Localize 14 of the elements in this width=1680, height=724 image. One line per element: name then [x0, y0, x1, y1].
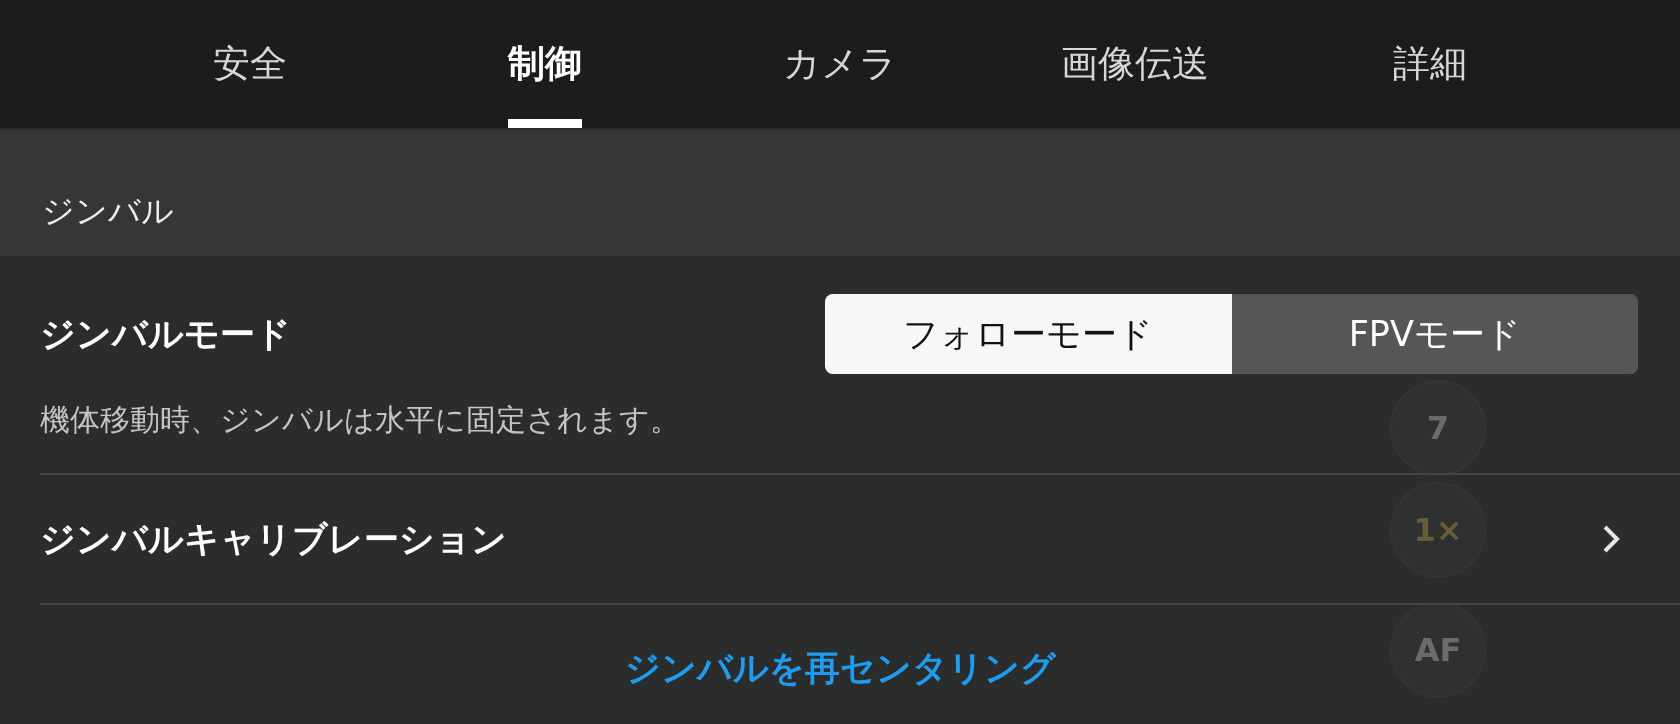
setting-label: ジンバルモード	[40, 312, 291, 356]
chevron-right-icon	[1602, 524, 1620, 554]
camera-control: 1×	[1390, 482, 1486, 578]
section-title: ジンバル	[42, 191, 174, 232]
tab[interactable]: 安全	[102, 0, 398, 128]
recenter-link[interactable]: ジンバルを再センタリング	[624, 645, 1056, 692]
tab[interactable]: カメラ	[692, 0, 988, 128]
tab[interactable]: 詳細	[1282, 0, 1578, 128]
camera-control: AF	[1390, 602, 1486, 698]
camera-control: 7	[1390, 380, 1486, 476]
setting-label[interactable]: ジンバルキャリブレーション	[40, 515, 507, 563]
tab[interactable]: 画像伝送	[987, 0, 1283, 128]
tab[interactable]: 制御	[397, 0, 693, 128]
mode-option[interactable]: フォローモード	[825, 294, 1232, 374]
